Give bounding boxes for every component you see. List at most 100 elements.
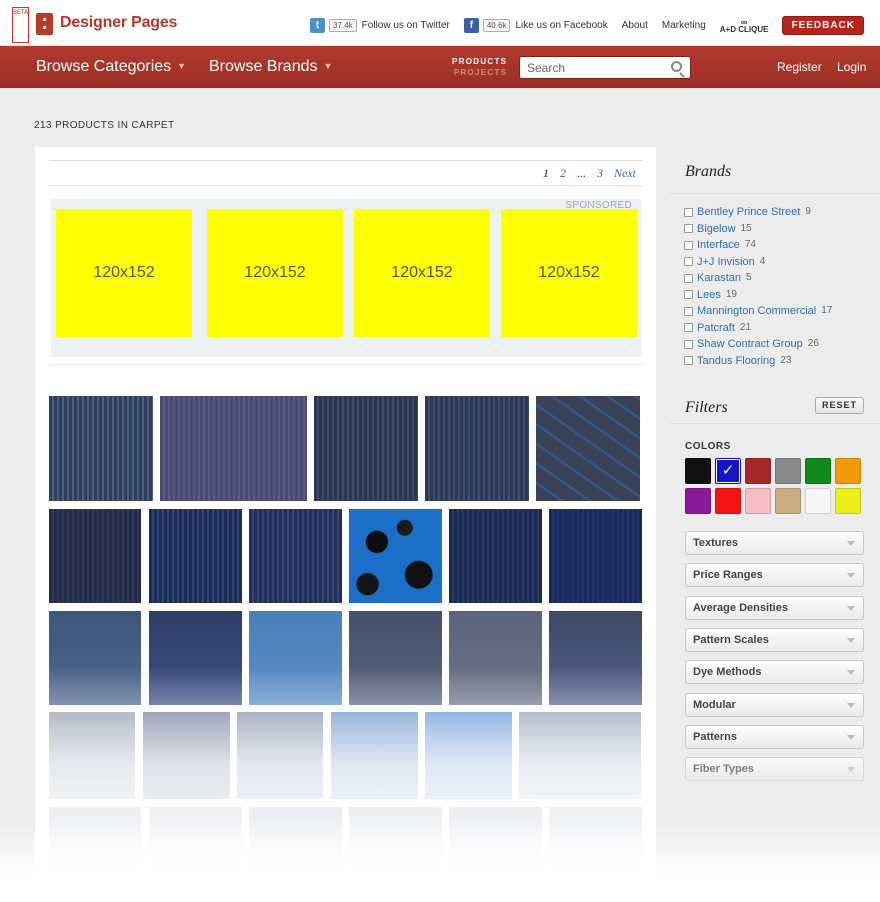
checkbox[interactable] [684,257,693,267]
product-thumbnail[interactable] [49,712,135,799]
color-swatch-black[interactable] [685,458,711,484]
color-swatch-tan[interactable] [775,488,801,514]
color-swatch-white[interactable] [805,488,831,514]
color-swatch-orange[interactable] [835,458,861,484]
scope-projects[interactable]: PROJECTS [452,67,507,78]
brand-filter-item[interactable]: Karastan 5 [684,270,832,287]
checkbox[interactable] [684,273,693,283]
product-thumbnail[interactable] [149,807,242,902]
product-thumbnail[interactable] [314,396,418,501]
filter-dropdown[interactable]: Average Densities [685,595,864,620]
brand-filter-item[interactable]: J+J Invision 4 [684,254,832,271]
product-thumbnail[interactable] [549,509,642,603]
site-logo[interactable]: Designer Pages [60,14,177,32]
product-thumbnail[interactable] [549,807,642,902]
feedback-button[interactable]: FEEDBACK [782,16,864,35]
brand-link[interactable]: Bentley Prince Street [697,204,800,221]
brand-link[interactable]: Patcraft [697,320,735,337]
product-thumbnail[interactable] [49,807,141,902]
filter-dropdown[interactable]: Patterns [685,724,864,749]
brand-filter-item[interactable]: Interface 74 [684,237,832,254]
product-thumbnail[interactable] [149,611,242,705]
brand-link[interactable]: Interface [697,237,740,254]
filter-dropdown[interactable]: Textures [685,531,864,555]
filter-dropdown[interactable]: Dye Methods [685,660,864,685]
product-thumbnail[interactable] [331,712,418,799]
filter-dropdown[interactable]: Modular [685,692,864,717]
search-icon[interactable] [671,61,682,72]
color-swatch-pink[interactable] [745,488,771,514]
color-swatch-gray[interactable] [775,458,801,484]
product-thumbnail[interactable] [549,611,642,705]
page-2[interactable]: 2 [560,166,566,180]
product-thumbnail[interactable] [149,509,242,603]
clique-link[interactable]: ∞ A+D CLIQUE [720,17,769,34]
brand-filter-item[interactable]: Tandus Flooring 23 [684,353,832,370]
product-thumbnail[interactable] [143,712,230,799]
checkbox[interactable] [684,240,693,250]
product-thumbnail[interactable] [425,712,512,799]
checkbox[interactable] [684,323,693,333]
brand-link[interactable]: Mannington Commercial [697,303,816,320]
brand-link[interactable]: Bigelow [697,221,736,238]
product-thumbnail[interactable] [536,396,640,501]
scope-products[interactable]: PRODUCTS [452,56,507,67]
checkbox[interactable] [684,290,693,300]
product-thumbnail[interactable] [49,396,153,501]
product-thumbnail[interactable] [519,712,641,799]
ad-slot[interactable]: 120x152 [501,209,637,337]
ad-slot[interactable]: 120x152 [207,209,343,337]
filter-dropdown[interactable]: Pattern Scales [685,627,864,652]
product-thumbnail[interactable] [349,509,442,603]
register-link[interactable]: Register [777,60,822,74]
product-thumbnail[interactable] [449,509,542,603]
color-swatch-red[interactable] [715,488,741,514]
logo-icon[interactable] [36,13,53,35]
brand-link[interactable]: Karastan [697,270,741,287]
product-thumbnail[interactable] [160,396,307,501]
product-thumbnail[interactable] [249,807,342,902]
product-thumbnail[interactable] [449,807,542,902]
search-input[interactable] [520,57,660,78]
filter-dropdown[interactable]: Fiber Types [685,757,864,782]
login-link[interactable]: Login [837,60,866,74]
marketing-link[interactable]: Marketing [662,20,706,31]
brand-filter-item[interactable]: Lees 19 [684,287,832,304]
checkbox[interactable] [684,207,693,217]
color-swatch-purple[interactable] [685,488,711,514]
brand-link[interactable]: Shaw Contract Group [697,336,803,353]
product-thumbnail[interactable] [49,509,141,603]
color-swatch-yellow[interactable] [835,488,861,514]
next-page-link[interactable]: Next [614,166,636,180]
product-thumbnail[interactable] [49,611,141,705]
product-thumbnail[interactable] [425,396,529,501]
brand-filter-item[interactable]: Shaw Contract Group 26 [684,336,832,353]
product-thumbnail[interactable] [249,509,342,603]
checkbox[interactable] [684,224,693,234]
brand-filter-item[interactable]: Mannington Commercial 17 [684,303,832,320]
browse-categories-menu[interactable]: Browse Categories ▼ [36,58,186,76]
page-1[interactable]: 1 [543,166,549,180]
product-thumbnail[interactable] [249,611,342,705]
browse-brands-menu[interactable]: Browse Brands ▼ [209,58,332,76]
product-thumbnail[interactable] [349,611,442,705]
facebook-like[interactable]: f 40.6k Like us on Facebook [463,18,608,33]
ad-slot[interactable]: 120x152 [56,209,192,337]
brand-filter-item[interactable]: Bentley Prince Street 9 [684,204,832,221]
checkbox[interactable] [684,356,693,366]
reset-button[interactable]: RESET [815,397,864,414]
product-thumbnail[interactable] [237,712,323,799]
twitter-follow[interactable]: t 37.4k Follow us on Twitter [310,18,450,33]
about-link[interactable]: About [622,20,648,31]
ad-slot[interactable]: 120x152 [354,209,490,337]
checkbox[interactable] [684,339,693,349]
brand-link[interactable]: Tandus Flooring [697,353,775,370]
brand-link[interactable]: Lees [697,287,721,304]
page-3[interactable]: 3 [597,166,603,180]
color-swatch-blue[interactable]: ✓ [715,458,741,484]
product-thumbnail[interactable] [349,807,442,902]
brand-link[interactable]: J+J Invision [697,254,755,271]
color-swatch-green[interactable] [805,458,831,484]
brand-filter-item[interactable]: Patcraft 21 [684,320,832,337]
checkbox[interactable] [684,306,693,316]
